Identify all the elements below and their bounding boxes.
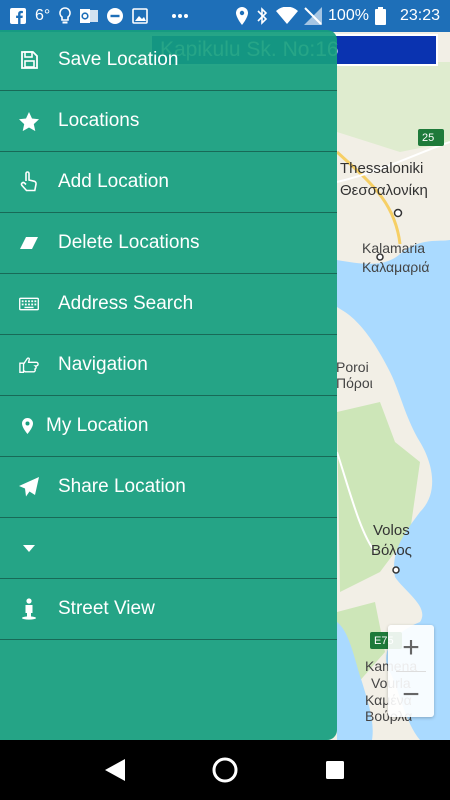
battery-percent: 100%	[328, 7, 369, 24]
more-dots-icon	[171, 13, 189, 19]
pegman-icon	[19, 598, 39, 620]
map-label-poroi-gr: Πόροι	[336, 375, 373, 391]
temperature: 6°	[35, 7, 51, 24]
clock: 23:23	[399, 7, 440, 24]
keyboard-icon	[19, 294, 39, 314]
home-circle-icon	[212, 757, 238, 783]
menu-item-label: Address Search	[58, 293, 194, 314]
pointing-hand-icon	[19, 171, 39, 192]
thumbs-up-pointing-icon	[19, 355, 39, 375]
back-triangle-icon	[105, 759, 125, 781]
menu-item-label: Locations	[58, 110, 140, 131]
system-navigation-bar	[0, 740, 450, 800]
map-label-kalamaria: Kalamaria	[362, 240, 426, 256]
recents-square-icon	[326, 761, 344, 779]
home-button[interactable]	[205, 750, 245, 790]
paper-plane-icon	[19, 477, 39, 497]
eraser-icon	[19, 233, 39, 253]
menu-item-label: Add Location	[58, 171, 169, 192]
menu-item-street-view[interactable]: Street View	[0, 579, 337, 640]
caret-down-icon	[19, 538, 39, 558]
route-badge-25: 25	[422, 132, 435, 144]
menu-item-label: Street View	[58, 598, 155, 619]
image-icon	[132, 8, 149, 24]
menu-item-add-location[interactable]: Add Location	[0, 152, 337, 213]
zoom-out-button[interactable]: −	[388, 672, 434, 718]
outlook-icon	[80, 8, 99, 24]
navigation-drawer: Save Location Locations Add Location Del…	[0, 30, 337, 740]
menu-item-label: Delete Locations	[58, 232, 200, 253]
map-label-volos-gr: Βόλος	[371, 542, 412, 559]
map-pin-icon	[20, 416, 34, 436]
lightbulb-icon	[59, 7, 72, 25]
menu-item-label: Navigation	[58, 354, 148, 375]
menu-item-my-location[interactable]: My Location	[0, 396, 337, 457]
wifi-icon	[276, 7, 299, 25]
map-label-kalamaria-gr: Καλαμαριά	[362, 259, 430, 275]
zoom-in-button[interactable]: +	[388, 625, 434, 671]
menu-item-address-search[interactable]: Address Search	[0, 274, 337, 335]
menu-item-locations[interactable]: Locations	[0, 91, 337, 152]
facebook-icon	[10, 8, 26, 24]
menu-item-save-location[interactable]: Save Location	[0, 30, 337, 91]
menu-item-delete-locations[interactable]: Delete Locations	[0, 213, 337, 274]
status-bar: 6° 100% 23:23	[0, 0, 450, 32]
zoom-controls: + −	[388, 625, 434, 717]
menu-item-label: Share Location	[58, 476, 186, 497]
floppy-disk-icon	[19, 50, 39, 70]
star-icon	[19, 111, 39, 131]
bluetooth-vibrate-icon	[254, 7, 270, 25]
map-label-poroi: Poroi	[336, 359, 369, 375]
battery-icon	[374, 7, 386, 25]
map-label-thessaloniki: Thessaloniki	[340, 160, 424, 177]
menu-item-label: My Location	[46, 415, 149, 436]
menu-item-label: Save Location	[58, 49, 179, 70]
map-label-volos: Volos	[373, 522, 410, 539]
menu-item-expand[interactable]	[0, 518, 337, 579]
no-signal-icon	[304, 7, 323, 25]
map-label-thessaloniki-gr: Θεσσαλονίκη	[340, 182, 428, 199]
location-icon	[236, 7, 249, 25]
menu-item-share-location[interactable]: Share Location	[0, 457, 337, 518]
do-not-disturb-icon	[107, 8, 124, 24]
menu-item-navigation[interactable]: Navigation	[0, 335, 337, 396]
recents-button[interactable]	[315, 750, 355, 790]
back-button[interactable]	[95, 750, 135, 790]
